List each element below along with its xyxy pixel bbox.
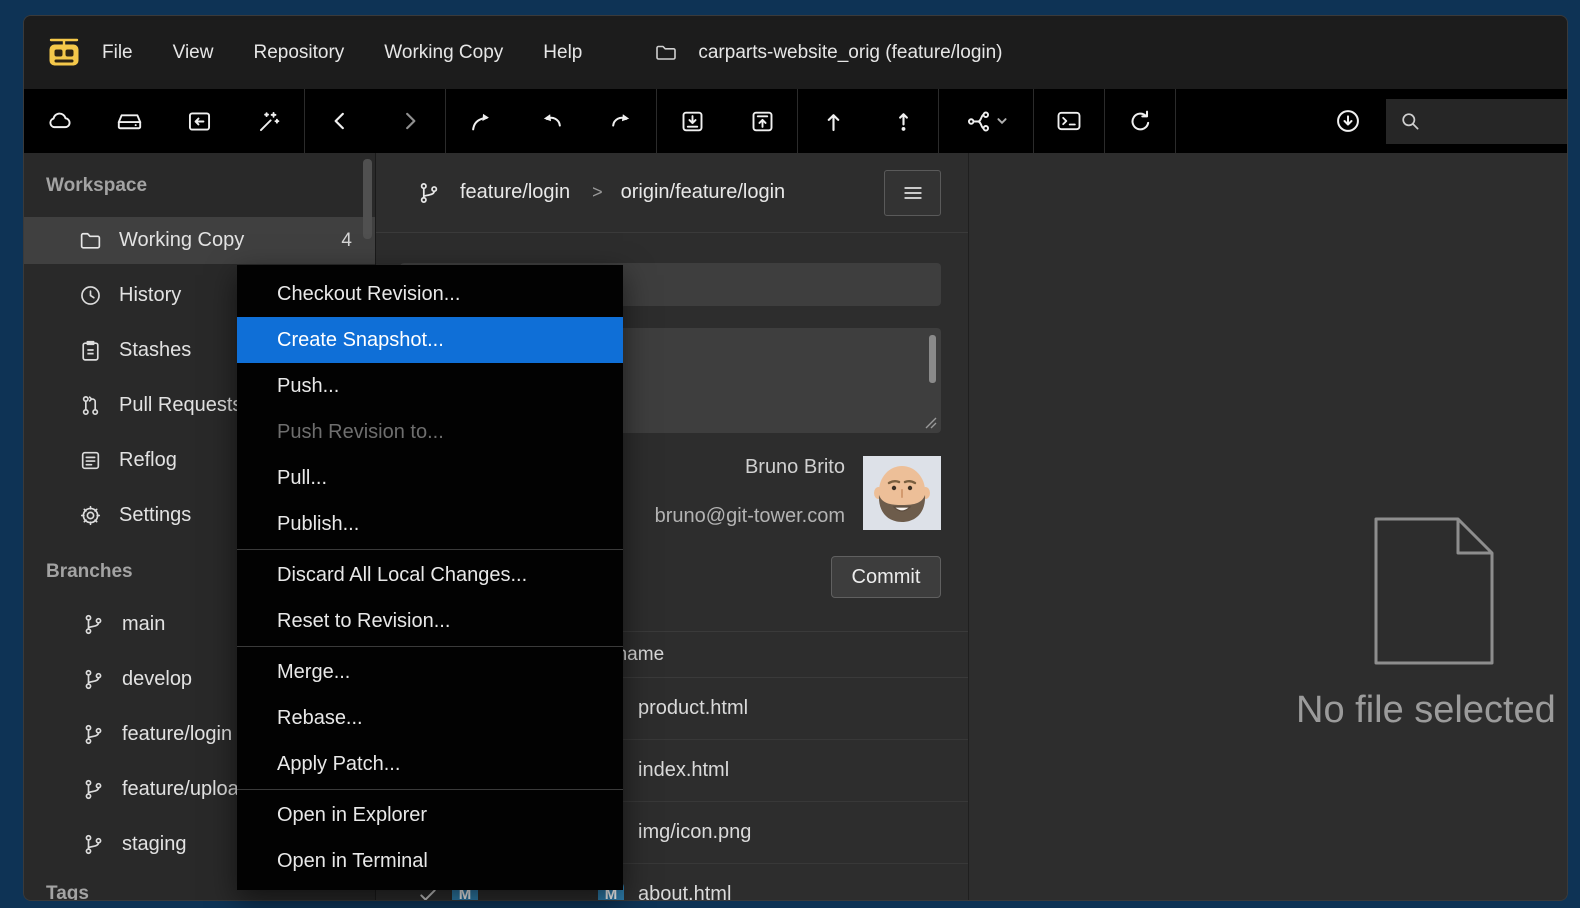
app-icon[interactable] (46, 35, 82, 71)
sidebar-section-tags: Tags (46, 883, 89, 901)
menu-help[interactable]: Help (543, 42, 582, 64)
sidebar-item-label: History (119, 284, 181, 307)
menu-item-rebase[interactable]: Rebase... (237, 695, 623, 741)
menu-file[interactable]: File (102, 42, 133, 64)
menu-item-publish[interactable]: Publish... (237, 501, 623, 547)
commit-button[interactable]: Commit (831, 556, 941, 598)
folder-icon (78, 228, 104, 254)
git-branch-icon (81, 722, 107, 748)
toolbar-separator (1175, 89, 1176, 153)
diff-preview-panel: No file selected (970, 153, 1568, 901)
menu-item-reset-to-revision[interactable]: Reset to Revision... (237, 598, 623, 644)
branch-label: develop (122, 668, 192, 691)
menu-item-discard-all-local-changes[interactable]: Discard All Local Changes... (237, 552, 623, 598)
folder-icon (652, 41, 680, 65)
menu-separator (237, 549, 623, 550)
git-branch-icon (81, 777, 107, 803)
chevron-down-icon (996, 115, 1008, 127)
sidebar-section-branches: Branches (46, 561, 133, 583)
sidebar-item-label: Working Copy (119, 229, 244, 252)
sidebar-scrollbar-thumb[interactable] (363, 159, 372, 239)
file-name: index.html (638, 759, 729, 782)
file-name: product.html (638, 697, 748, 720)
repo-title: carparts-website_orig (feature/login) (698, 42, 1002, 64)
local-branch-name[interactable]: feature/login (460, 181, 570, 204)
terminal-button[interactable] (1034, 89, 1104, 153)
menu-list: File View Repository Working Copy Help (102, 42, 582, 64)
textarea-scrollbar-thumb[interactable] (929, 335, 936, 383)
compare-branches-button[interactable] (939, 89, 1033, 153)
menu-item-create-snapshot[interactable]: Create Snapshot... (237, 317, 623, 363)
gear-icon (78, 503, 104, 529)
clipboard-icon (78, 338, 104, 364)
reflog-icon (78, 448, 104, 474)
resize-grip[interactable] (924, 416, 938, 430)
menu-item-checkout-revision[interactable]: Checkout Revision... (237, 271, 623, 317)
menu-item-merge[interactable]: Merge... (237, 649, 623, 695)
undo-button[interactable] (516, 89, 586, 153)
branch-options-button[interactable] (884, 170, 941, 216)
checkout-button[interactable] (446, 89, 516, 153)
publish-button[interactable] (868, 89, 938, 153)
quick-actions-wand-button[interactable] (234, 89, 304, 153)
fetch-button[interactable] (798, 89, 868, 153)
desktop-background: File View Repository Working Copy Help c… (0, 0, 1580, 908)
menu-item-push-revision-to: Push Revision to... (237, 409, 623, 455)
menu-separator (237, 789, 623, 790)
open-repository-button[interactable] (164, 89, 234, 153)
download-all-button[interactable] (1313, 89, 1383, 153)
menu-bar: File View Repository Working Copy Help c… (24, 16, 1568, 89)
branch-bar: feature/login > origin/feature/login (376, 153, 968, 233)
file-name: about.html (638, 883, 731, 901)
branch-label: staging (122, 833, 187, 856)
menu-item-pull[interactable]: Pull... (237, 455, 623, 501)
working-copy-count-badge: 4 (341, 230, 352, 252)
commit-author-name: Bruno Brito (745, 456, 845, 479)
no-file-selected-label: No file selected (1296, 689, 1556, 732)
sidebar-item-label: Pull Requests (119, 394, 242, 417)
search-input[interactable] (1386, 99, 1568, 144)
search-icon (1398, 109, 1422, 133)
hard-drive-button[interactable] (94, 89, 164, 153)
git-branch-icon (416, 180, 442, 206)
sidebar-item-label: Settings (119, 504, 191, 527)
file-name: img/icon.png (638, 821, 751, 844)
sidebar-item-working-copy[interactable]: Working Copy 4 (24, 217, 376, 264)
author-avatar (863, 456, 941, 530)
back-button[interactable] (305, 89, 375, 153)
pull-button[interactable] (657, 89, 727, 153)
menu-item-open-in-terminal[interactable]: Open in Terminal (237, 838, 623, 884)
remote-branch-name[interactable]: origin/feature/login (621, 181, 786, 204)
cloud-button[interactable] (24, 89, 94, 153)
branch-tracking-chevron: > (592, 182, 603, 203)
menu-item-open-in-explorer[interactable]: Open in Explorer (237, 792, 623, 838)
refresh-button[interactable] (1105, 89, 1175, 153)
menu-working-copy[interactable]: Working Copy (384, 42, 503, 64)
clock-icon (78, 283, 104, 309)
context-menu: Checkout Revision... Create Snapshot... … (237, 265, 623, 890)
toolbar (24, 89, 1568, 153)
commit-author-email: bruno@git-tower.com (655, 505, 845, 528)
empty-document-icon (1370, 515, 1498, 667)
menu-view[interactable]: View (173, 42, 214, 64)
git-branch-icon (81, 667, 107, 693)
redo-button[interactable] (586, 89, 656, 153)
branch-label: feature/login (122, 723, 232, 746)
pull-request-icon (78, 393, 104, 419)
menu-repository[interactable]: Repository (253, 42, 344, 64)
sidebar-item-label: Stashes (119, 339, 191, 362)
menu-separator (237, 646, 623, 647)
push-button[interactable] (727, 89, 797, 153)
sidebar-item-label: Reflog (119, 449, 177, 472)
menu-item-push[interactable]: Push... (237, 363, 623, 409)
menu-item-apply-patch[interactable]: Apply Patch... (237, 741, 623, 787)
branch-label: feature/upload (122, 778, 250, 801)
git-branch-icon (81, 832, 107, 858)
sidebar-section-workspace: Workspace (46, 175, 147, 197)
branch-label: main (122, 613, 165, 636)
forward-button[interactable] (375, 89, 445, 153)
git-branch-icon (81, 612, 107, 638)
